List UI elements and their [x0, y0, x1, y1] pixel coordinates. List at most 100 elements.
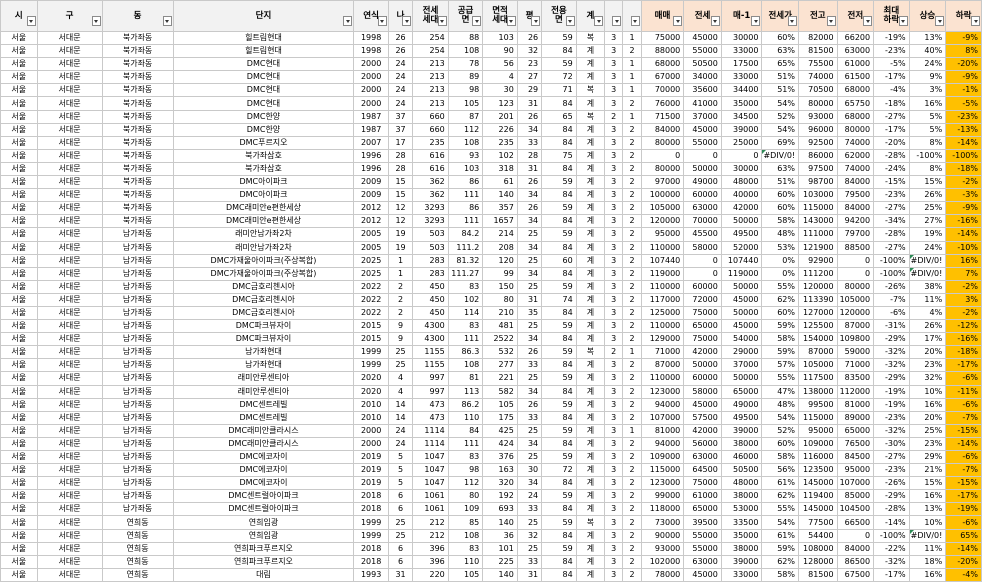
table-cell[interactable]: 65000 [720, 384, 763, 399]
table-cell[interactable]: -6% [945, 449, 982, 465]
table-cell[interactable]: 95000 [797, 423, 838, 438]
table-cell[interactable]: 120000 [640, 214, 685, 229]
table-cell[interactable]: 59 [541, 227, 577, 242]
table-cell[interactable]: 55000 [683, 44, 722, 59]
table-cell[interactable]: 37000 [683, 109, 722, 124]
table-cell[interactable]: 1114 [412, 423, 449, 438]
table-cell[interactable]: 3293 [412, 201, 449, 216]
table-cell[interactable]: 2 [622, 122, 642, 137]
table-cell[interactable]: 87000 [640, 358, 685, 373]
column-header[interactable]: 전세가 [761, 0, 799, 32]
table-cell[interactable]: -4% [945, 567, 982, 582]
table-cell[interactable]: 88 [447, 30, 484, 46]
table-cell[interactable]: 283 [412, 266, 449, 281]
table-cell[interactable]: -31% [873, 319, 910, 334]
table-cell[interactable]: 남가좌동 [101, 305, 174, 321]
table-cell[interactable]: 계 [575, 305, 606, 321]
table-cell[interactable]: 2 [622, 44, 642, 59]
table-cell[interactable]: 대림 [172, 567, 355, 582]
table-cell[interactable]: 50000 [720, 279, 763, 294]
table-cell[interactable]: 34 [516, 188, 543, 203]
table-cell[interactable]: 25000 [720, 135, 763, 150]
table-cell[interactable]: 71000 [640, 345, 685, 360]
table-cell[interactable]: 54% [761, 122, 799, 137]
table-cell[interactable]: 2018 [353, 541, 389, 556]
table-cell[interactable]: 140 [482, 567, 518, 582]
table-cell[interactable]: 55% [761, 279, 799, 294]
table-cell[interactable]: 75000 [683, 332, 722, 347]
table-cell[interactable]: 1996 [353, 148, 389, 163]
table-cell[interactable]: 52% [761, 109, 799, 124]
table-cell[interactable]: 2012 [353, 201, 389, 216]
table-cell[interactable]: 연희파크푸르지오 [172, 541, 355, 556]
table-cell[interactable]: 84 [447, 423, 484, 438]
table-cell[interactable]: 9% [908, 70, 947, 85]
table-cell[interactable]: 84 [541, 502, 577, 517]
table-cell[interactable]: 북가좌동 [101, 70, 174, 85]
table-cell[interactable]: 서울 [0, 201, 38, 216]
table-cell[interactable]: 서대문 [36, 528, 103, 543]
table-cell[interactable]: 3 [604, 266, 624, 281]
table-cell[interactable]: 68000 [640, 57, 685, 72]
table-cell[interactable]: 42000 [683, 345, 722, 360]
table-cell[interactable]: 5% [908, 109, 947, 124]
table-cell[interactable]: 3 [604, 489, 624, 504]
table-cell[interactable]: 63000 [836, 44, 875, 59]
table-cell[interactable]: 34400 [720, 83, 763, 98]
table-cell[interactable]: 남가좌동 [101, 319, 174, 334]
table-cell[interactable]: 12 [387, 201, 414, 216]
table-cell[interactable]: 50000 [720, 371, 763, 386]
table-cell[interactable]: 26 [516, 201, 543, 216]
table-cell[interactable]: -100% [908, 148, 947, 163]
table-cell[interactable]: 서울 [0, 515, 38, 530]
table-cell[interactable]: 1 [622, 57, 642, 72]
table-cell[interactable]: 3 [604, 44, 624, 59]
table-cell[interactable]: 212 [412, 528, 449, 543]
table-cell[interactable]: 17% [908, 332, 947, 347]
table-cell[interactable]: 59 [541, 489, 577, 504]
table-cell[interactable]: 111000 [797, 227, 838, 242]
table-cell[interactable]: 서대문 [36, 515, 103, 530]
table-cell[interactable]: -12% [945, 319, 982, 334]
table-cell[interactable]: 108 [447, 135, 484, 150]
column-header[interactable]: 공급 면 [447, 0, 484, 32]
table-cell[interactable]: 26% [908, 188, 947, 203]
table-cell[interactable]: 3 [604, 30, 624, 46]
table-cell[interactable]: 25 [387, 358, 414, 373]
table-cell[interactable]: 32% [908, 371, 947, 386]
table-cell[interactable]: 84000 [836, 175, 875, 190]
table-cell[interactable]: 서대문 [36, 541, 103, 556]
table-cell[interactable]: #DIV/0! [908, 528, 947, 543]
table-cell[interactable]: 107440 [640, 253, 685, 268]
table-cell[interactable]: 서대문 [36, 214, 103, 229]
table-cell[interactable]: 503 [412, 227, 449, 242]
table-cell[interactable]: 2522 [482, 332, 518, 347]
table-cell[interactable]: 계 [575, 332, 606, 347]
table-cell[interactable]: 38000 [720, 541, 763, 556]
table-cell[interactable]: 31 [516, 96, 543, 111]
table-cell[interactable]: 2 [604, 345, 624, 360]
column-header[interactable]: 전고 [797, 0, 838, 32]
table-cell[interactable]: 76500 [836, 436, 875, 452]
table-cell[interactable]: 4% [908, 305, 947, 321]
table-cell[interactable]: 서울 [0, 57, 38, 72]
table-cell[interactable]: 연희동 [101, 567, 174, 582]
table-cell[interactable]: 서울 [0, 240, 38, 255]
table-cell[interactable]: 37000 [720, 358, 763, 373]
column-header[interactable]: 매매 [640, 0, 685, 32]
table-cell[interactable]: 서대문 [36, 122, 103, 137]
table-cell[interactable]: 북가좌동 [101, 161, 174, 177]
table-cell[interactable]: 45500 [683, 227, 722, 242]
table-cell[interactable]: 34 [516, 476, 543, 491]
table-cell[interactable]: 2019 [353, 449, 389, 465]
table-cell[interactable]: 119000 [640, 266, 685, 281]
table-cell[interactable]: 84 [541, 188, 577, 203]
table-cell[interactable]: 남가좌동 [101, 279, 174, 294]
table-cell[interactable]: 111 [447, 436, 484, 452]
table-cell[interactable]: 39000 [720, 554, 763, 569]
table-cell[interactable]: 남가좌동 [101, 266, 174, 281]
table-cell[interactable]: 50000 [683, 161, 722, 177]
table-cell[interactable]: 1987 [353, 122, 389, 137]
table-cell[interactable]: -100% [873, 266, 910, 281]
table-cell[interactable]: 55000 [683, 135, 722, 150]
